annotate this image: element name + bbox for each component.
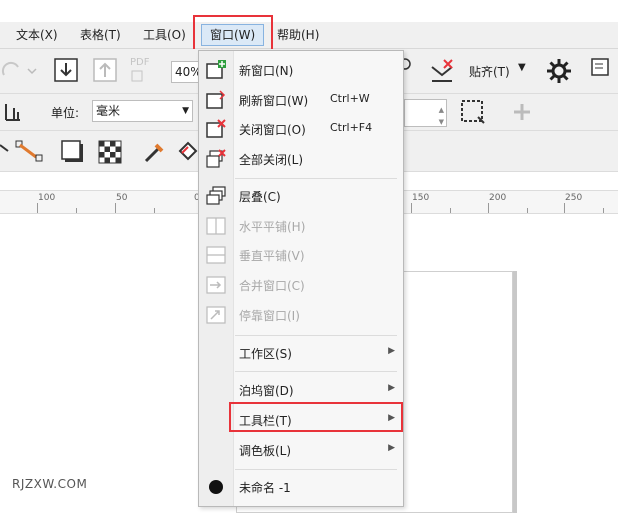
menu-item-workspace[interactable]: 工作区(S) ▶ — [199, 339, 403, 367]
shortcut-close: Ctrl+F4 — [330, 121, 373, 134]
menu-help[interactable]: 帮助(H) — [277, 22, 319, 48]
menu-item-merge-window: 合并窗口(C) — [199, 271, 403, 299]
submenu-arrow-icon: ▶ — [388, 383, 395, 393]
units-select[interactable]: 毫米 ▼ — [92, 100, 193, 122]
add-icon[interactable] — [512, 102, 532, 122]
menu-item-close-all[interactable]: 全部关闭(L) — [199, 145, 403, 173]
menu-text[interactable]: 文本(X) — [16, 22, 58, 48]
menu-separator — [235, 469, 397, 470]
dock-window-icon — [206, 306, 226, 324]
menu-item-color-palettes[interactable]: 调色板(L) ▶ — [199, 436, 403, 464]
menu-item-cascade[interactable]: 层叠(C) — [199, 182, 403, 210]
close-all-icon — [206, 149, 226, 168]
new-window-icon — [206, 60, 226, 79]
menu-item-close-window[interactable]: 关闭窗口(O) Ctrl+F4 — [199, 115, 403, 143]
panel-icon[interactable] — [590, 57, 610, 77]
menu-separator — [235, 178, 397, 179]
connector-icon[interactable] — [14, 139, 48, 165]
menu-item-dockers[interactable]: 泊坞窗(D) ▶ — [199, 376, 403, 404]
ruler-label: 250 — [565, 193, 583, 203]
window-menu-dropdown: 新窗口(N) 刷新窗口(W) Ctrl+W 关闭窗口(O) Ctrl+F4 全部… — [198, 50, 404, 507]
tile-horizontal-icon — [206, 217, 226, 235]
shortcut-refresh: Ctrl+W — [330, 92, 370, 105]
import-icon[interactable] — [53, 57, 79, 83]
ruler-label: 200 — [489, 193, 507, 203]
menu-separator — [235, 371, 397, 372]
snap-dropdown-icon[interactable]: ▼ — [518, 62, 526, 73]
chevron-down-icon: ▼ — [182, 106, 189, 116]
active-document-bullet-icon — [209, 480, 223, 494]
menu-item-tile-vertical: 垂直平铺(V) — [199, 241, 403, 269]
highlight-toolbars-item — [229, 402, 403, 432]
bar-icon — [5, 104, 20, 121]
node-icon — [0, 144, 9, 152]
menu-item-new-window[interactable]: 新窗口(N) — [199, 56, 403, 84]
ruler-label: 50 — [116, 193, 128, 203]
ruler-label: 100 — [38, 193, 56, 203]
menu-bar: 文本(X) 表格(T) 工具(O) 窗口(W) 帮助(H) — [0, 22, 618, 49]
menu-tools[interactable]: 工具(O) — [143, 22, 186, 48]
watermark: RJZXW.COM — [12, 477, 88, 491]
nudge-spinner[interactable]: ▲ ▼ — [404, 99, 447, 127]
merge-window-icon — [206, 276, 226, 294]
transparency-icon[interactable] — [97, 139, 123, 165]
close-window-icon — [206, 119, 226, 138]
menu-table[interactable]: 表格(T) — [80, 22, 121, 48]
units-label: 单位: — [51, 106, 80, 120]
snap-off-icon[interactable] — [428, 57, 456, 85]
fill-icon[interactable] — [176, 139, 198, 165]
cascade-icon — [206, 186, 226, 205]
submenu-arrow-icon: ▶ — [388, 346, 395, 356]
eyedropper-icon[interactable] — [142, 139, 168, 165]
frame-icon[interactable] — [458, 97, 488, 127]
menu-separator — [235, 335, 397, 336]
menu-item-dock-window: 停靠窗口(I) — [199, 301, 403, 329]
snap-to-button[interactable]: 贴齐(T) — [469, 63, 510, 80]
shadow-icon[interactable] — [60, 139, 88, 165]
refresh-window-icon — [206, 90, 226, 109]
menu-item-tile-horizontal: 水平平铺(H) — [199, 212, 403, 240]
submenu-arrow-icon: ▶ — [388, 443, 395, 453]
redo-icon[interactable] — [0, 59, 40, 83]
pdf-icon[interactable]: PDF — [128, 57, 158, 83]
export-icon[interactable] — [92, 57, 118, 83]
ruler-label: 150 — [412, 193, 430, 203]
units-value: 毫米 — [96, 104, 121, 118]
menu-item-refresh-window[interactable]: 刷新窗口(W) Ctrl+W — [199, 86, 403, 114]
tile-vertical-icon — [206, 246, 226, 264]
gear-icon[interactable] — [545, 57, 573, 85]
menu-item-document-untitled[interactable]: 未命名 -1 — [199, 473, 403, 501]
